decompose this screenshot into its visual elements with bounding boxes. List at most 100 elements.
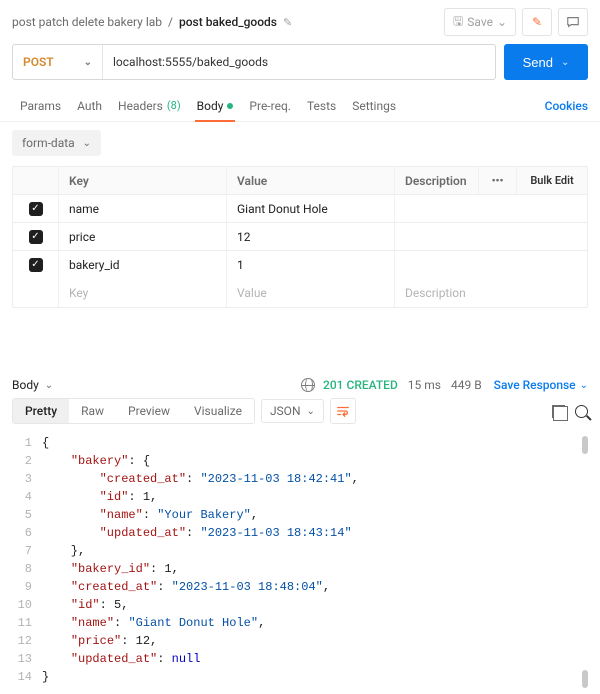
value-input[interactable]: Value xyxy=(227,279,395,307)
breadcrumb-request[interactable]: post baked_goods xyxy=(179,15,277,29)
line-number: 5 xyxy=(12,506,42,524)
body-type-select[interactable]: form-data ⌄ xyxy=(12,130,101,156)
tab-settings[interactable]: Settings xyxy=(344,90,404,121)
view-mode-segment: Pretty Raw Preview Visualize xyxy=(12,398,255,424)
code-line[interactable]: "price": 12, xyxy=(42,632,157,650)
desc-input[interactable] xyxy=(395,195,587,222)
checkbox[interactable]: ✓ xyxy=(29,258,43,272)
request-bar: POST ⌄ localhost:5555/baked_goods xyxy=(12,44,496,80)
table-row[interactable]: ✓ price12 xyxy=(13,223,587,251)
chevron-down-icon: ⌄ xyxy=(307,406,315,417)
line-number: 7 xyxy=(12,542,42,560)
value-input[interactable]: Giant Donut Hole xyxy=(227,195,395,222)
scrollbar[interactable] xyxy=(582,436,588,688)
response-size: 449 B xyxy=(451,378,482,392)
code-line[interactable]: }, xyxy=(42,542,85,560)
chevron-down-icon[interactable]: ⌄ xyxy=(497,15,507,29)
view-visualize[interactable]: Visualize xyxy=(182,399,254,423)
tab-body[interactable]: Body xyxy=(189,90,242,121)
response-section-label: Body xyxy=(12,378,39,392)
response-time: 15 ms xyxy=(408,378,441,392)
desc-input[interactable] xyxy=(395,251,587,279)
col-desc: Description xyxy=(395,167,479,194)
body-dirty-dot xyxy=(227,103,233,109)
bulk-edit-link[interactable]: Bulk Edit xyxy=(517,174,587,187)
pencil-icon[interactable]: ✎ xyxy=(283,16,292,29)
table-row-new[interactable]: Key Value Description xyxy=(13,279,587,307)
response-body[interactable]: 1{2 "bakery": {3 "created_at": "2023-11-… xyxy=(0,430,600,694)
method-label: POST xyxy=(23,55,54,69)
floppy-icon: 🖫 xyxy=(453,12,463,33)
url-input[interactable]: localhost:5555/baked_goods xyxy=(103,45,495,79)
code-line[interactable]: "created_at": "2023-11-03 18:48:04", xyxy=(42,578,330,596)
chevron-down-icon[interactable]: ⌄ xyxy=(561,57,569,68)
table-row[interactable]: ✓ bakery_id1 xyxy=(13,251,587,279)
lang-select[interactable]: JSON ⌄ xyxy=(261,399,324,423)
checkbox[interactable]: ✓ xyxy=(29,202,43,216)
send-label: Send xyxy=(523,55,553,70)
line-number: 12 xyxy=(12,632,42,650)
line-number: 9 xyxy=(12,578,42,596)
status-code: 201 CREATED xyxy=(323,378,398,392)
line-number: 4 xyxy=(12,488,42,506)
col-value: Value xyxy=(227,167,395,194)
globe-icon[interactable] xyxy=(301,378,315,392)
code-line[interactable]: { xyxy=(42,434,49,452)
url-value: localhost:5555/baked_goods xyxy=(113,55,268,69)
desc-input[interactable] xyxy=(395,223,587,250)
view-pretty[interactable]: Pretty xyxy=(13,399,69,423)
copy-icon[interactable] xyxy=(552,405,565,418)
wrap-lines-button[interactable] xyxy=(330,398,356,424)
line-number: 11 xyxy=(12,614,42,632)
edit-button[interactable]: ✎ xyxy=(522,8,552,36)
send-button[interactable]: Send ⌄ xyxy=(504,44,588,80)
tab-tests[interactable]: Tests xyxy=(299,90,344,121)
method-select[interactable]: POST ⌄ xyxy=(13,45,103,79)
code-line[interactable]: "bakery_id": 1, xyxy=(42,560,179,578)
tab-headers[interactable]: Headers (8) xyxy=(110,90,189,121)
chevron-down-icon: ⌄ xyxy=(83,138,91,149)
body-type-label: form-data xyxy=(22,136,75,150)
key-input[interactable]: price xyxy=(59,223,227,250)
view-preview[interactable]: Preview xyxy=(116,399,182,423)
code-line[interactable]: "updated_at": null xyxy=(42,650,200,668)
search-icon[interactable] xyxy=(575,405,588,418)
table-row[interactable]: ✓ nameGiant Donut Hole xyxy=(13,195,587,223)
code-line[interactable]: } xyxy=(42,668,49,686)
code-line[interactable]: "bakery": { xyxy=(42,452,150,470)
save-response-button[interactable]: Save Response ⌄ xyxy=(494,378,588,392)
tab-auth[interactable]: Auth xyxy=(69,90,110,121)
code-line[interactable]: "name": "Your Bakery", xyxy=(42,506,258,524)
col-actions[interactable]: ••• xyxy=(479,167,517,194)
tab-prereq[interactable]: Pre-req. xyxy=(241,90,299,121)
cookies-link[interactable]: Cookies xyxy=(545,99,588,113)
line-number: 3 xyxy=(12,470,42,488)
response-section-select[interactable]: Body ⌄ xyxy=(12,378,53,392)
code-line[interactable]: "updated_at": "2023-11-03 18:43:14" xyxy=(42,524,352,542)
line-number: 13 xyxy=(12,650,42,668)
code-line[interactable]: "id": 1, xyxy=(42,488,157,506)
save-label: Save xyxy=(467,15,493,29)
breadcrumb: post patch delete bakery lab / post bake… xyxy=(12,15,436,29)
breadcrumb-sep: / xyxy=(168,15,173,29)
value-input[interactable]: 1 xyxy=(227,251,395,279)
code-line[interactable]: "created_at": "2023-11-03 18:42:41", xyxy=(42,470,359,488)
save-button[interactable]: 🖫 Save ⌄ xyxy=(444,8,516,36)
lang-label: JSON xyxy=(270,404,301,418)
code-line[interactable]: "id": 5, xyxy=(42,596,128,614)
key-input[interactable]: bakery_id xyxy=(59,251,227,279)
comments-button[interactable] xyxy=(558,8,588,36)
key-input[interactable]: Key xyxy=(59,279,227,307)
line-number: 10 xyxy=(12,596,42,614)
desc-input[interactable]: Description xyxy=(395,279,587,307)
line-number: 6 xyxy=(12,524,42,542)
chevron-down-icon: ⌄ xyxy=(84,57,92,68)
code-line[interactable]: "name": "Giant Donut Hole", xyxy=(42,614,265,632)
view-raw[interactable]: Raw xyxy=(69,399,116,423)
tab-params[interactable]: Params xyxy=(12,90,69,121)
headers-count: (8) xyxy=(167,99,181,112)
value-input[interactable]: 12 xyxy=(227,223,395,250)
breadcrumb-workspace[interactable]: post patch delete bakery lab xyxy=(12,15,162,29)
key-input[interactable]: name xyxy=(59,195,227,222)
checkbox[interactable]: ✓ xyxy=(29,230,43,244)
